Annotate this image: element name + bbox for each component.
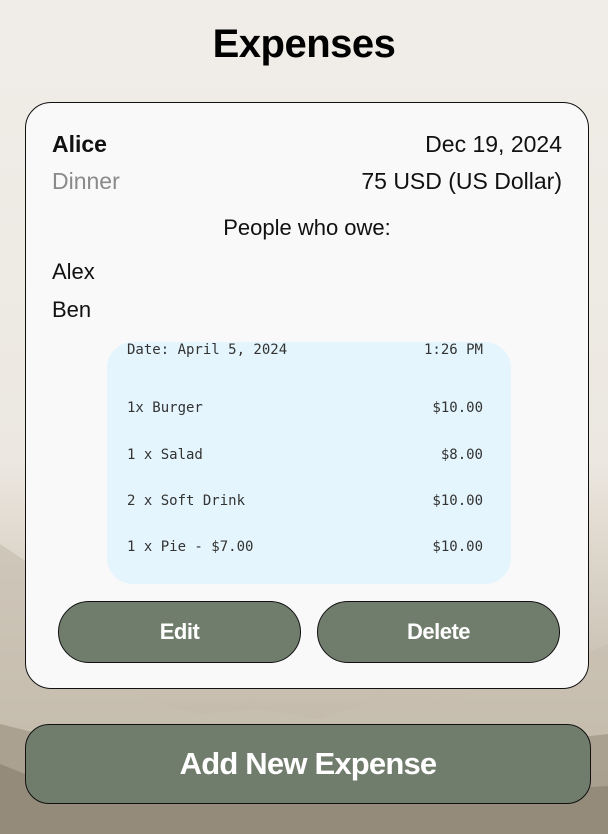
delete-button[interactable]: Delete: [317, 601, 560, 663]
receipt-line-item: 2 x Soft Drink $10.00: [127, 493, 483, 509]
ower-list: Alex Ben: [52, 259, 95, 335]
add-new-expense-button[interactable]: Add New Expense: [25, 724, 591, 804]
page-title: Expenses: [212, 22, 396, 66]
expense-amount: 75 USD (US Dollar): [361, 168, 562, 194]
expense-category: Dinner: [52, 168, 120, 194]
receipt-date: Date: April 5, 2024: [127, 342, 288, 358]
receipt-item-price: $10.00: [432, 539, 483, 555]
expense-date: Dec 19, 2024: [425, 131, 562, 157]
receipt-line-item: 1x Burger $10.00: [127, 400, 483, 416]
receipt-item-price: $10.00: [432, 493, 483, 509]
receipt-time: 1:26 PM: [423, 342, 483, 358]
ower-item: Ben: [52, 297, 92, 322]
receipt-header: Date: April 5, 2024 1:26 PM: [127, 342, 483, 358]
people-who-owe-heading: People who owe:: [223, 215, 391, 240]
ower-item: Alex: [52, 259, 95, 284]
receipt-item-name: 1 x Salad: [127, 447, 203, 463]
expense-detail-row: Dinner 75 USD (US Dollar): [52, 168, 562, 195]
expense-card: Alice Dec 19, 2024 Dinner 75 USD (US Dol…: [25, 102, 589, 689]
receipt-line-item: 1 x Salad $8.00: [127, 447, 483, 463]
expense-header-row: Alice Dec 19, 2024: [52, 131, 562, 158]
receipt-item-name: 1x Burger: [127, 400, 203, 416]
receipt-item-name: 2 x Soft Drink: [127, 493, 246, 509]
receipt-item-name: 1 x Pie - $7.00: [127, 539, 254, 555]
payer-name: Alice: [52, 131, 107, 157]
edit-button[interactable]: Edit: [58, 601, 301, 663]
receipt-item-price: $10.00: [432, 400, 483, 416]
receipt-item-price: $8.00: [440, 447, 483, 463]
receipt-line-item: 1 x Pie - $7.00 $10.00: [127, 539, 483, 555]
receipt-image: Date: April 5, 2024 1:26 PM 1x Burger $1…: [107, 342, 511, 584]
